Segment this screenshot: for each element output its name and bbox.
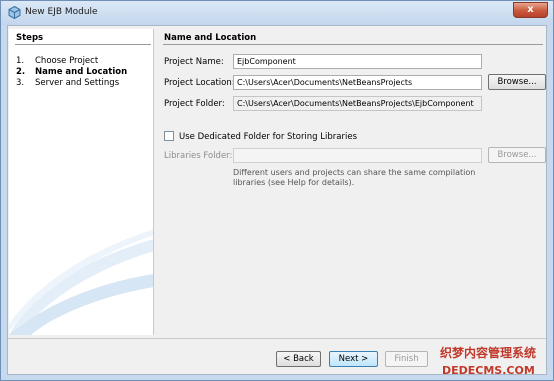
steps-divider <box>15 44 151 45</box>
browse-location-button[interactable]: Browse... <box>488 74 546 90</box>
browse-libraries-button[interactable]: Browse... <box>488 147 546 163</box>
project-name-input[interactable]: EjbComponent <box>233 54 482 69</box>
project-location-label: Project Location: <box>164 78 235 88</box>
project-location-input[interactable]: C:\Users\Acer\Documents\NetBeansProjects <box>233 75 482 90</box>
checkbox-unchecked-icon[interactable] <box>164 131 174 141</box>
project-name-label: Project Name: <box>164 57 224 67</box>
step-name-and-location: 2. Name and Location <box>16 67 127 77</box>
watermark-line1: 织梦内容管理系统 <box>440 345 536 360</box>
project-folder-label: Project Folder: <box>164 99 225 109</box>
step-choose-project: 1. Choose Project <box>16 56 98 66</box>
decorative-swoosh-graphic <box>9 229 153 335</box>
window-title: New EJB Module <box>25 7 98 17</box>
step-number: 1. <box>16 56 25 66</box>
site-watermark: 织梦内容管理系统 DEDECMS.COM <box>440 345 536 377</box>
step-number: 3. <box>16 78 25 88</box>
step-label: Choose Project <box>35 56 99 66</box>
close-icon: x <box>527 4 534 15</box>
watermark-line2: DEDECMS.COM <box>442 364 535 377</box>
project-folder-field: C:\Users\Acer\Documents\NetBeansProjects… <box>233 96 482 111</box>
panel-divider <box>163 44 543 45</box>
step-number: 2. <box>16 67 26 77</box>
step-label: Server and Settings <box>35 78 120 88</box>
libraries-folder-input[interactable] <box>233 148 482 163</box>
panel-title: Name and Location <box>164 33 257 43</box>
name-and-location-panel: Name and Location Project Name: EjbCompo… <box>155 29 546 335</box>
next-button[interactable]: Next > <box>329 351 378 367</box>
dialog-body: Steps 1. Choose Project 2. Name and Locati… <box>7 25 547 375</box>
dedicated-folder-checkbox-label[interactable]: Use Dedicated Folder for Storing Librari… <box>179 132 357 142</box>
step-label: Name and Location <box>35 67 128 77</box>
close-button[interactable]: x <box>513 2 548 18</box>
title-bar[interactable]: New EJB Module x <box>1 1 553 25</box>
steps-panel: Steps 1. Choose Project 2. Name and Locati… <box>9 29 154 335</box>
libraries-help-note: Different users and projects can share t… <box>233 168 476 187</box>
finish-button[interactable]: Finish <box>385 351 428 367</box>
dialog-window: New EJB Module x Steps 1. Choose Project … <box>0 0 554 381</box>
netbeans-cube-icon <box>8 6 21 19</box>
footer-divider <box>8 338 546 339</box>
step-server-and-settings: 3. Server and Settings <box>16 78 119 88</box>
back-button[interactable]: < Back <box>276 351 321 367</box>
steps-header: Steps <box>16 33 44 43</box>
libraries-folder-label: Libraries Folder: <box>164 151 233 161</box>
